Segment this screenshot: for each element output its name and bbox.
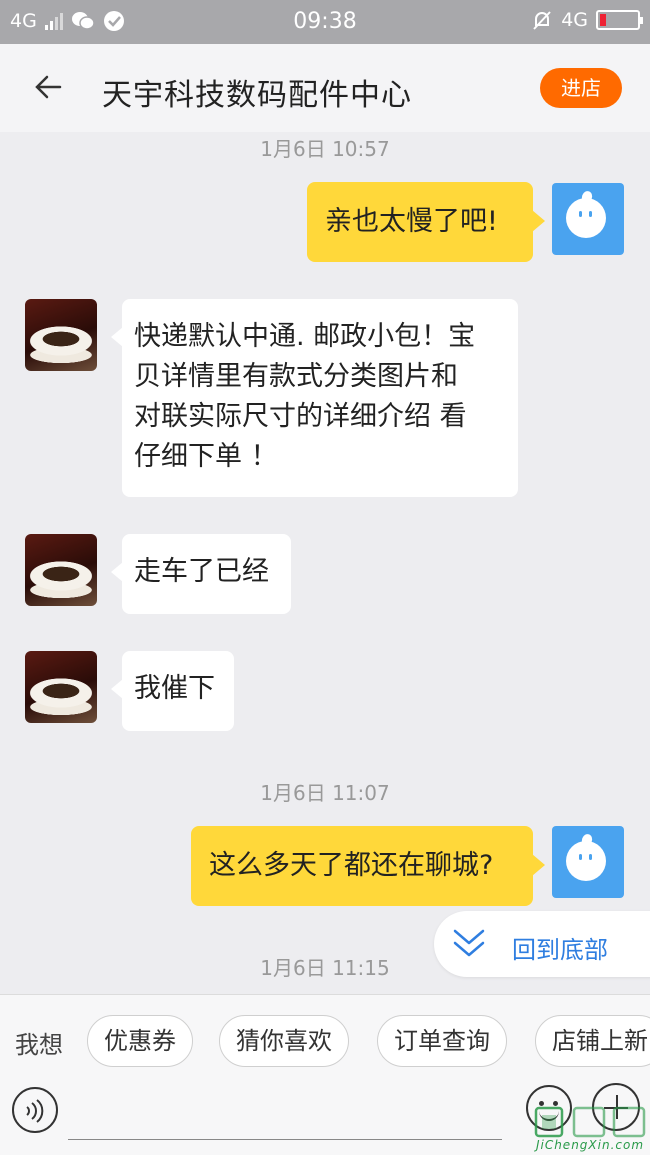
message-line: 快递默认中通. 邮政小包！宝 (134, 321, 476, 352)
shop-avatar[interactable] (25, 534, 97, 606)
back-to-bottom-label: 回到底部 (512, 936, 608, 964)
timestamp: 1月6日 10:57 (260, 137, 390, 161)
back-arrow-icon[interactable] (32, 70, 66, 104)
status-bar: 4G 09:38 4G (0, 0, 650, 44)
timestamp: 1月6日 11:07 (260, 781, 390, 805)
chip-coupon[interactable]: 优惠券 (87, 1015, 193, 1067)
network-type-right: 4G (561, 9, 588, 31)
watermark-logo-icon (534, 1106, 646, 1138)
watermark-text: JiChengXin.com (535, 1138, 645, 1152)
message-input[interactable] (68, 1139, 502, 1140)
enter-shop-button[interactable]: 进店 (540, 68, 622, 108)
battery-icon (596, 10, 643, 30)
taobao-chat-icon (566, 841, 606, 881)
shop-message-bubble[interactable]: 走车了已经 (111, 534, 291, 614)
message-line: 对联实际尺寸的详细介绍 看 (134, 401, 467, 432)
shop-title: 天宇科技数码配件中心 (102, 78, 412, 113)
shop-message-bubble[interactable]: 我催下 (111, 651, 234, 731)
chip-new-arrivals[interactable]: 店铺上新 (535, 1015, 650, 1067)
voice-button[interactable] (12, 1087, 58, 1133)
chat-header: 天宇科技数码配件中心 进店 (0, 44, 650, 132)
watermark: JiChengXin.com (530, 1104, 650, 1155)
mute-bell-icon (533, 11, 551, 30)
shop-avatar[interactable] (25, 299, 97, 371)
my-avatar[interactable] (552, 183, 624, 255)
chip-order-query[interactable]: 订单查询 (377, 1015, 507, 1067)
status-right: 4G (531, 9, 643, 31)
message-line: 仔细下单 ！ (134, 441, 278, 472)
my-message-bubble[interactable]: 这么多天了都还在聊城? (191, 826, 545, 906)
message-line: 贝详情里有款式分类图片和 (134, 361, 458, 392)
shop-avatar[interactable] (25, 651, 97, 723)
taobao-chat-icon (566, 198, 606, 238)
quick-reply-label: 我想 (15, 1031, 63, 1059)
double-chevron-down-icon (453, 929, 485, 957)
voice-wave-icon (26, 1099, 44, 1123)
my-message-bubble[interactable]: 亲也太慢了吧! (307, 182, 545, 262)
my-avatar[interactable] (552, 826, 624, 898)
shop-message-bubble[interactable]: 快递默认中通. 邮政小包！宝 贝详情里有款式分类图片和 对联实际尺寸的详细介绍 … (111, 299, 518, 497)
back-to-bottom-button[interactable]: 回到底部 (434, 911, 650, 977)
chip-recommend[interactable]: 猜你喜欢 (219, 1015, 349, 1067)
